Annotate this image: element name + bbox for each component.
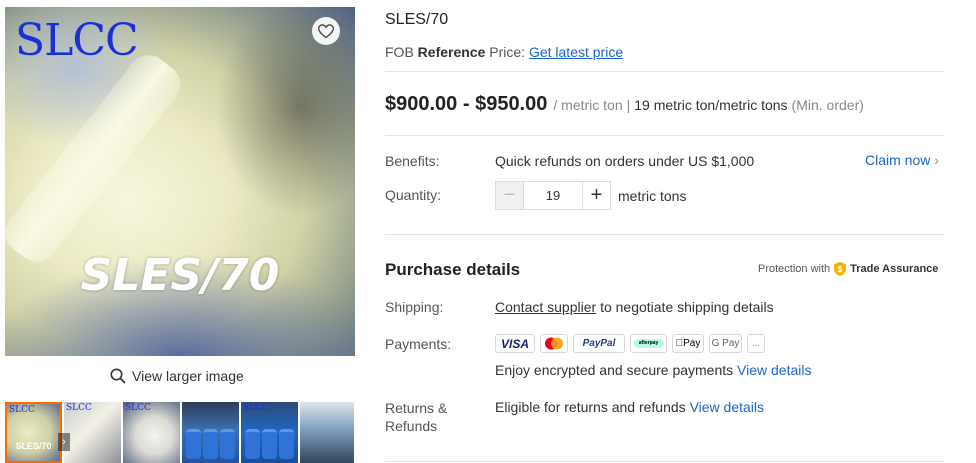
afterpay-icon: afterpay <box>630 334 667 353</box>
trade-assurance-label: Trade Assurance <box>850 263 939 275</box>
shipping-label: Shipping: <box>385 299 444 315</box>
min-order-quantity: 19 metric ton/metric tons <box>634 97 788 113</box>
claim-now-label: Claim now <box>865 152 931 168</box>
fob-reference: Reference <box>417 44 486 60</box>
thumbnail-2[interactable]: SLCC <box>64 402 121 463</box>
protection-prefix: Protection with <box>758 263 831 275</box>
fob-prefix: FOB <box>385 44 414 60</box>
quantity-label: Quantity: <box>385 187 442 203</box>
thumbnail-caption: SLES/70 <box>15 441 52 451</box>
product-title: SLES/70 <box>385 11 449 28</box>
paypal-icon: PayPal <box>573 334 625 353</box>
get-latest-price-link[interactable]: Get latest price <box>529 44 623 60</box>
apple-logo-icon:  <box>676 338 684 349</box>
shipping-value: Contact supplier to negotiate shipping d… <box>495 299 774 315</box>
quantity-stepper: − + metric tons <box>495 181 686 210</box>
thumbnail-3[interactable]: SLCC <box>123 402 180 463</box>
purchase-details-title: Purchase details <box>385 260 521 279</box>
payments-value: Enjoy encrypted and secure payments View… <box>495 362 811 378</box>
thumbnail-brand: SLCC <box>66 403 92 413</box>
image-caption: SLES/70 <box>80 250 280 301</box>
divider <box>385 234 945 235</box>
quantity-increment-button[interactable]: + <box>582 181 611 210</box>
payments-label: Payments: <box>385 336 452 352</box>
price-row: $900.00 - $950.00 / metric ton | 19 metr… <box>385 93 864 116</box>
magnifier-icon <box>110 368 126 384</box>
afterpay-label: afterpay <box>633 339 664 348</box>
thumbnail-next-arrow[interactable]: › <box>58 433 70 451</box>
thumbnail-brand: SLCC <box>125 403 151 413</box>
divider <box>385 71 945 72</box>
price-separator: | <box>626 97 631 113</box>
contact-supplier-link[interactable]: Contact supplier <box>495 299 596 315</box>
apple-pay-label: Pay <box>679 338 700 349</box>
quantity-decrement-button[interactable]: − <box>495 181 524 210</box>
thumbnail-1[interactable]: SLCC SLES/70 <box>5 402 62 463</box>
chevron-right-icon: › <box>934 152 939 168</box>
google-pay-icon: G Pay <box>709 334 742 353</box>
thumbnail-4[interactable] <box>182 402 239 463</box>
min-order-note: (Min. order) <box>791 97 864 113</box>
apple-pay-icon: Pay <box>672 334 704 353</box>
benefits-value: Quick refunds on orders under US $1,000 <box>495 153 755 169</box>
benefits-label: Benefits: <box>385 153 440 169</box>
image-brand-text: SLCC <box>15 15 139 66</box>
product-main-image[interactable]: SLCC SLES/70 <box>5 7 355 356</box>
fob-price-line: FOB Reference Price: Get latest price <box>385 44 623 60</box>
returns-text: Eligible for returns and refunds <box>495 399 686 415</box>
view-larger-label: View larger image <box>132 368 244 384</box>
quantity-unit: metric tons <box>618 187 687 204</box>
thumbnail-6[interactable] <box>300 402 354 463</box>
heart-icon <box>318 23 334 38</box>
thumbnail-brand: SLCC <box>9 405 35 415</box>
view-larger-image-link[interactable]: View larger image <box>110 366 244 386</box>
claim-now-link[interactable]: Claim now › <box>865 152 939 168</box>
returns-value: Eligible for returns and refunds View de… <box>495 399 764 415</box>
barrels-graphic <box>186 429 235 459</box>
payments-text: Enjoy encrypted and secure payments <box>495 362 734 378</box>
svg-text:$: $ <box>838 265 843 274</box>
thumbnail-5[interactable]: SLCC <box>241 402 298 463</box>
payment-methods: VISA PayPal afterpay Pay G Pay ... <box>495 334 765 353</box>
returns-view-details-link[interactable]: View details <box>690 399 764 415</box>
favorite-button[interactable] <box>312 17 340 45</box>
fob-suffix: Price: <box>489 44 526 60</box>
payments-view-details-link[interactable]: View details <box>737 362 811 378</box>
barrels-graphic <box>245 429 294 459</box>
returns-label: Returns & Refunds <box>385 400 448 434</box>
divider <box>385 135 945 136</box>
divider <box>385 461 945 462</box>
visa-icon: VISA <box>495 334 535 353</box>
price-range: $900.00 - $950.00 <box>385 93 548 115</box>
thumbnail-brand: SLCC <box>243 403 269 413</box>
trade-assurance-badge[interactable]: Protection with $ Trade Assurance <box>758 262 938 276</box>
shield-icon: $ <box>834 262 847 276</box>
more-payments-button[interactable]: ... <box>747 334 765 353</box>
price-unit: / metric ton <box>553 97 623 113</box>
quantity-input[interactable] <box>523 181 583 210</box>
mastercard-icon <box>540 334 568 353</box>
shipping-text: to negotiate shipping details <box>600 299 774 315</box>
